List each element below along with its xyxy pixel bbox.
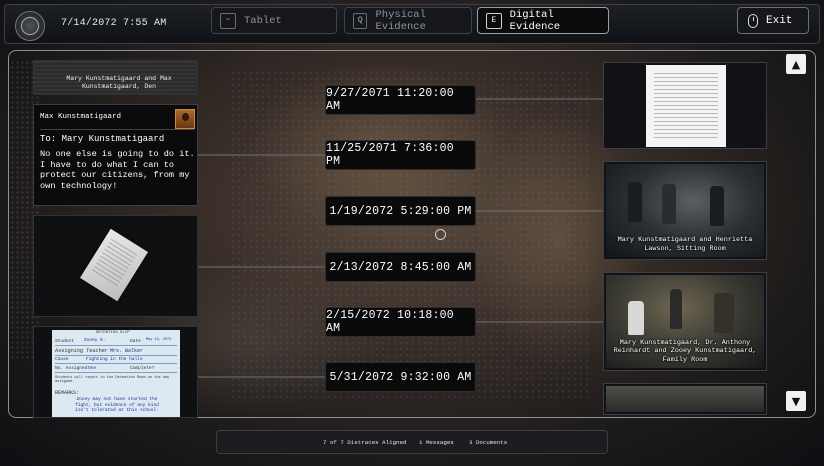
arrow-up-icon: ▲	[791, 57, 801, 71]
slip-remarks-label: REMARKS:	[55, 390, 80, 396]
scroll-up-button[interactable]: ▲	[786, 54, 806, 74]
timeline-date-slot[interactable]: 2/15/2072 10:18:00 AM	[325, 307, 476, 337]
divider	[40, 129, 194, 130]
slip-student-value: Zooey K.	[84, 338, 106, 343]
avatar	[175, 109, 195, 129]
evidence-card-message[interactable]: Max Kunstmatigaard To: Mary Kunstmatigaa…	[33, 104, 198, 206]
slip-date-value: May 13, 2072	[146, 338, 172, 342]
evidence-card-document[interactable]	[603, 62, 767, 149]
timeline-date-slot[interactable]: 11/25/2071 7:36:00 PM	[325, 140, 476, 170]
photo-scene	[606, 386, 764, 412]
slip-teacher-label: Assigning Teacher	[55, 348, 108, 354]
photo-caption: Mary Kunstmatigaard, Dr. Anthony Reinhar…	[613, 338, 757, 364]
evidence-card-detention-slip[interactable]: DETENTION SLIP Student Zooey K. Date May…	[33, 326, 198, 418]
slip-title: DETENTION SLIP	[96, 331, 130, 335]
slip-assigned-value: One	[88, 366, 97, 371]
slip-assigned-label: No. Assigned	[55, 366, 88, 371]
message-sender: Max Kunstmatigaard	[40, 113, 122, 121]
evidence-card-photo[interactable]: Mary Kunstmatigaard and Max Kunstmatigaa…	[33, 60, 198, 95]
slip-student-label: Student	[55, 339, 74, 344]
timeline-date-slot[interactable]: 2/13/2072 8:45:00 AM	[325, 252, 476, 282]
photo-caption: Mary Kunstmatigaard and Henrietta Lawson…	[617, 236, 753, 253]
cursor-ring-icon	[435, 229, 446, 240]
paper-document-icon	[79, 228, 149, 302]
status-bar: 7 of 7 Distraces Aligned 1 Messages 3 Do…	[216, 430, 608, 454]
slip-complete-label: Complete?	[130, 366, 155, 371]
scroll-down-button[interactable]: ▼	[786, 391, 806, 411]
slip-remarks: Zooey may not have started the fight, bu…	[75, 397, 159, 413]
arrow-down-icon: ▼	[791, 394, 801, 408]
messages-count: 1 Messages	[419, 439, 454, 446]
slip-date-label: Date	[130, 339, 141, 344]
slip-teacher-value: Mrs. Walker	[110, 348, 144, 354]
timeline-date-slot[interactable]: 1/19/2072 5:29:00 PM	[325, 196, 476, 226]
timeline-date-slot[interactable]: 9/27/2071 11:20:00 AM	[325, 85, 476, 115]
documents-count: 3 Documents	[469, 439, 508, 446]
timeline-date-slot[interactable]: 5/31/2072 9:32:00 AM	[325, 362, 476, 392]
detention-slip: DETENTION SLIP Student Zooey K. Date May…	[52, 330, 180, 417]
evidence-card-photo[interactable]: Mary Kunstmatigaard and Henrietta Lawson…	[603, 161, 767, 260]
slip-cause-label: Cause	[55, 357, 69, 362]
message-recipient: To: Mary Kunstmatigaard	[40, 134, 165, 144]
evidence-card-photo[interactable]	[603, 383, 767, 415]
distraces-count: 7 of 7 Distraces Aligned	[323, 439, 407, 446]
evidence-card-photo[interactable]: Mary Kunstmatigaard, Dr. Anthony Reinhar…	[603, 272, 767, 371]
photo-caption: Mary Kunstmatigaard and Max Kunstmatigaa…	[66, 75, 172, 90]
evidence-card-document[interactable]	[33, 215, 198, 317]
slip-notice: Students will report to the Detention Ro…	[55, 376, 170, 384]
slip-cause-value: Fighting in the halls	[86, 357, 143, 362]
document-page-icon	[646, 65, 726, 147]
message-body: No one else is going to do it. I have to…	[40, 149, 195, 191]
